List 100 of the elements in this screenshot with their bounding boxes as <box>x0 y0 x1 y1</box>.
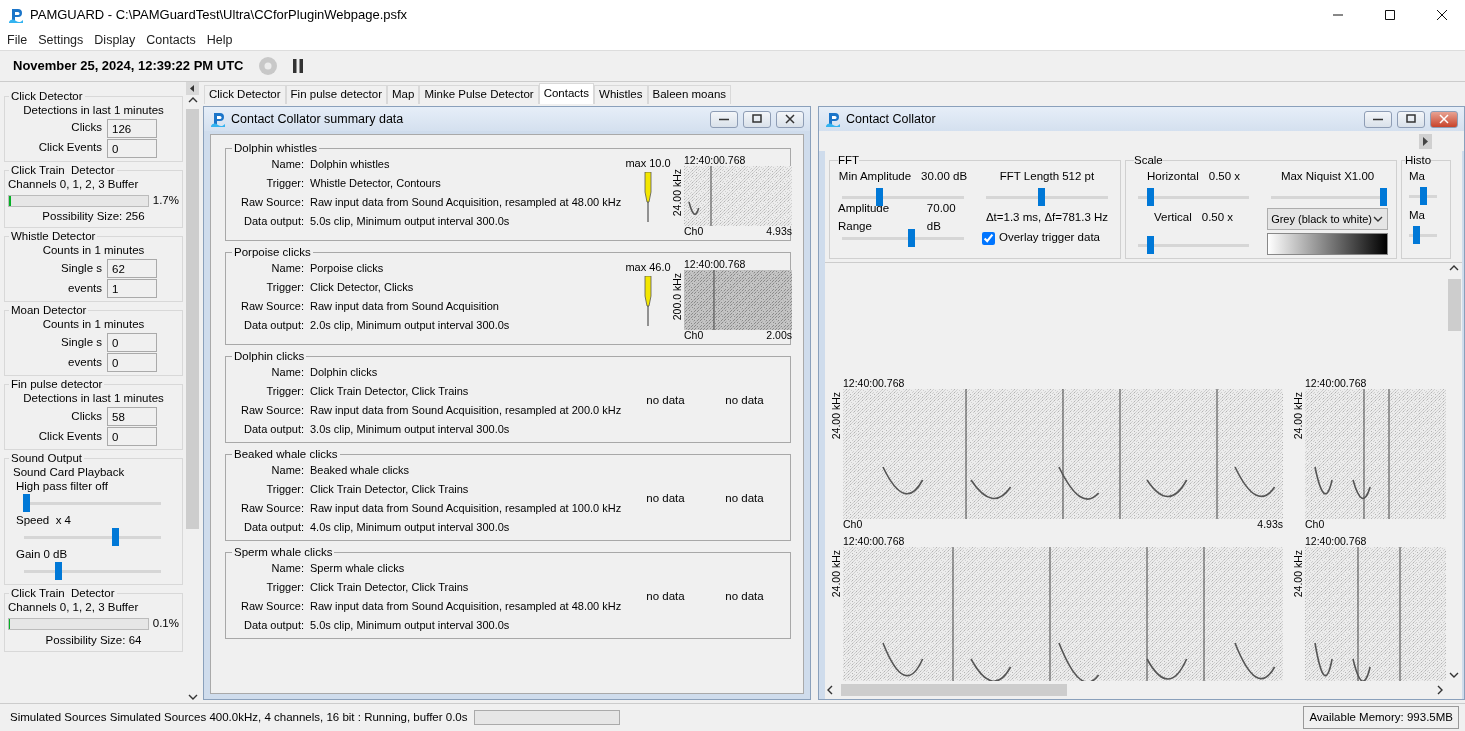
clip-time: 12:40:00.768 <box>1305 378 1368 389</box>
field-label: Trigger: <box>265 482 304 497</box>
slider-thumb[interactable] <box>54 562 62 581</box>
panel-header: Counts in 1 minutes <box>41 243 146 259</box>
slider-thumb[interactable] <box>876 188 884 206</box>
close-button[interactable] <box>776 110 804 128</box>
no-data-label: no data <box>646 589 685 605</box>
memory-indicator: Available Memory: 993.5MB <box>1303 705 1459 730</box>
tab[interactable]: Click Detector <box>204 85 286 104</box>
tab[interactable]: Whistles <box>594 85 648 104</box>
axis-label: 24.00 kHz <box>1293 550 1304 598</box>
setting-value: 30.00 dB <box>921 168 968 184</box>
panel-header: Detections in last 1 minutes <box>22 103 165 118</box>
buffer-label: Channels 0, 1, 2, 3 Buffer <box>8 600 140 616</box>
setting-label: Horizontal <box>1147 168 1199 184</box>
count-label: Single s <box>61 260 102 276</box>
restore-icon <box>1406 114 1416 124</box>
field-label: Name: <box>270 365 304 380</box>
axis-label: 24.00 kHz <box>831 392 842 440</box>
tab[interactable]: Baleen moans <box>647 85 732 104</box>
setting-label: Vertical <box>1154 209 1192 225</box>
scrollbar-thumb[interactable] <box>186 109 199 529</box>
panel-title: Whistle Detector <box>10 230 97 244</box>
group-title: Histo <box>1405 154 1432 167</box>
field-value: Raw input data from Sound Acquisition, resampled at 48.00 kHz <box>310 599 622 614</box>
overlay-checkbox[interactable] <box>982 231 995 245</box>
panel-title: Click Detector <box>10 90 84 103</box>
window-title: PAMGUARD - C:\PAMGuardTest\Ultra\CCforPluginWebpage.psfx <box>30 6 408 25</box>
channel-label: Ch0 <box>684 330 704 341</box>
field-value: Beaked whale clicks <box>310 463 411 478</box>
group-title: Dolphin whistles <box>233 141 319 155</box>
field-value: 3.0s clip, Minimum output interval 300.0s <box>310 422 511 437</box>
field-label: Data output: <box>243 214 304 229</box>
maximize-icon[interactable] <box>1385 10 1395 20</box>
field-value: Dolphin whistles <box>310 157 391 172</box>
app-logo-icon <box>825 111 841 127</box>
close-icon[interactable] <box>1437 10 1447 20</box>
tab[interactable]: Contacts <box>538 83 595 104</box>
menu-item[interactable]: Help <box>199 30 237 50</box>
tab[interactable]: Minke Pulse Detector <box>419 85 539 104</box>
field-label: Name: <box>270 463 304 478</box>
field-value: Raw input data from Sound Acquisition <box>310 299 500 314</box>
setting-label: FFT Length 512 pt <box>999 168 1095 184</box>
minimize-button[interactable] <box>710 110 738 128</box>
slider-thumb[interactable] <box>1380 188 1388 206</box>
clip-time: 12:40:00.768 <box>684 155 747 166</box>
count-field: 0 <box>107 352 157 372</box>
buffer-reading: 0.1% <box>152 616 179 632</box>
slider-thumb[interactable] <box>22 494 30 513</box>
menu-item[interactable]: Settings <box>31 30 88 50</box>
field-label: Name: <box>270 157 304 172</box>
group-title: Scale <box>1134 154 1163 167</box>
slider-thumb[interactable] <box>1420 187 1427 205</box>
slider-thumb[interactable] <box>1413 226 1421 244</box>
scrollbar-thumb[interactable] <box>841 684 1067 696</box>
panel-title: Click Train Detector <box>10 164 116 177</box>
window-title: Contact Collator summary data <box>231 110 404 128</box>
channel-label: Ch0 <box>684 226 704 237</box>
scrollbar-thumb[interactable] <box>1447 279 1461 331</box>
setting-value: 70.00 dB <box>926 201 957 234</box>
minimize-icon <box>719 117 729 121</box>
menu-item[interactable]: Contacts <box>139 30 200 50</box>
slider-thumb[interactable] <box>1146 188 1154 206</box>
count-field: 0 <box>107 138 157 158</box>
slider-thumb[interactable] <box>1038 188 1045 206</box>
field-label: Raw Source: <box>240 501 304 516</box>
colour-map-dropdown[interactable]: Grey (black to white) <box>1267 208 1388 230</box>
count-label: events <box>68 280 102 296</box>
panel-header: Counts in 1 minutes <box>41 317 146 333</box>
menu-item[interactable]: File <box>0 30 32 50</box>
slider-thumb[interactable] <box>1146 236 1154 254</box>
slider-thumb[interactable] <box>908 229 916 247</box>
meter-max: max 46.0 <box>625 260 671 275</box>
field-label: Raw Source: <box>240 403 304 418</box>
buffer-reading: 1.7% <box>152 193 179 208</box>
minimize-button[interactable] <box>1364 110 1392 128</box>
restore-button[interactable] <box>743 110 771 128</box>
menu-item[interactable]: Display <box>87 30 140 50</box>
clip-time: 12:40:00.768 <box>843 536 906 547</box>
slider-thumb[interactable] <box>112 528 120 547</box>
level-meter-icon <box>642 275 654 326</box>
date-time: November 25, 2024, 12:39:22 PM UTC <box>13 57 244 76</box>
field-value: 5.0s clip, Minimum output interval 300.0s <box>310 618 511 633</box>
field-label: Trigger: <box>265 280 304 295</box>
axis-label: 24.00 kHz <box>1293 392 1304 440</box>
pause-button-icon[interactable] <box>291 58 304 74</box>
app-logo-icon <box>8 7 24 23</box>
dropdown-value: Grey (black to white) <box>1271 211 1372 227</box>
count-field: 1 <box>107 278 157 298</box>
field-label: Data output: <box>243 520 304 535</box>
count-label: Clicks <box>71 408 102 424</box>
restore-button[interactable] <box>1397 110 1425 128</box>
axis-label: 24.00 kHz <box>831 550 842 598</box>
field-value: Porpoise clicks <box>310 261 385 276</box>
close-icon <box>785 114 795 124</box>
field-label: Trigger: <box>265 384 304 399</box>
tab[interactable]: Map <box>387 85 420 104</box>
tab[interactable]: Fin pulse detector <box>285 85 387 104</box>
field-value: Sperm whale clicks <box>310 561 406 576</box>
field-label: Raw Source: <box>240 599 304 614</box>
